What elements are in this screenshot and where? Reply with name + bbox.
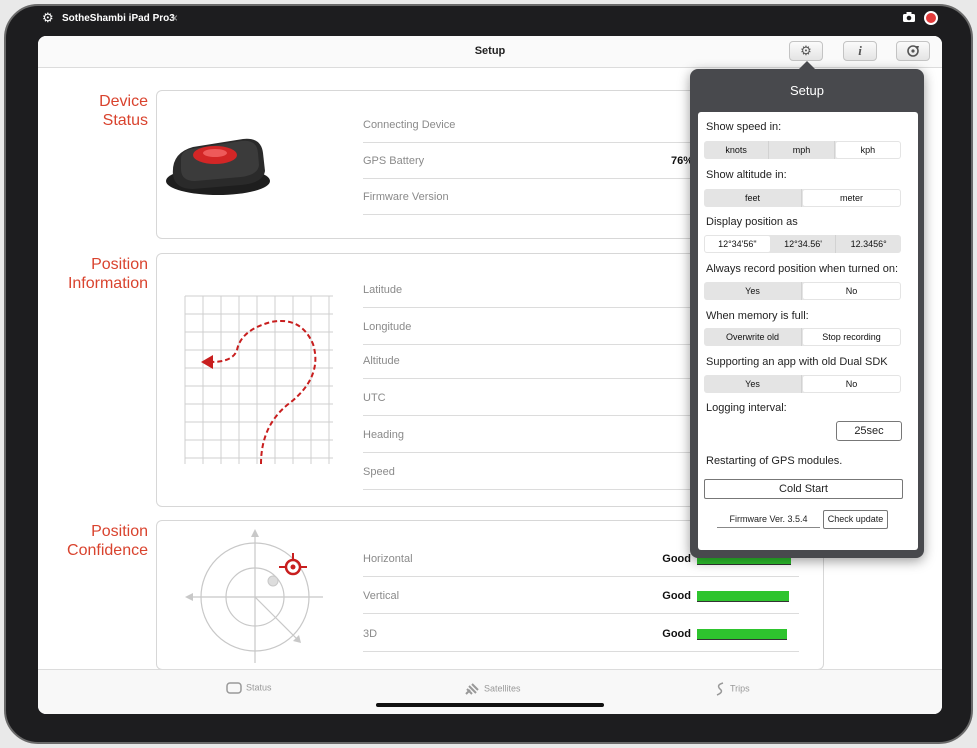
tab-satellites[interactable]: Satellites xyxy=(464,682,521,696)
gear-icon[interactable]: ⚙ xyxy=(42,11,54,24)
position-option-dms[interactable]: 12°34'56" xyxy=(705,236,770,252)
window-titlebar: ⚙ SotheShambi iPad Pro3 × xyxy=(38,8,942,30)
info-button[interactable]: i xyxy=(843,41,877,61)
speed-option-mph[interactable]: mph xyxy=(769,141,835,159)
position-row: UTC xyxy=(363,380,693,416)
sdk-label: Supporting an app with old Dual SDK xyxy=(706,356,888,368)
sdk-selector: Yes No xyxy=(704,375,901,393)
confidence-row: Vertical Good xyxy=(363,578,799,614)
speed-label: Show speed in: xyxy=(706,121,782,133)
record-icon[interactable] xyxy=(924,11,938,25)
confidence-level-bar xyxy=(697,591,789,602)
camera-icon[interactable] xyxy=(902,11,916,23)
position-format-selector: 12°34'56" 12°34.56' 12.3456° xyxy=(704,235,901,253)
check-update-button[interactable]: Check update xyxy=(823,510,888,529)
altitude-option-meter[interactable]: meter xyxy=(803,190,900,206)
popover-title: Setup xyxy=(790,83,824,98)
speed-option-knots[interactable]: knots xyxy=(704,141,770,159)
altitude-label: Show altitude in: xyxy=(706,169,787,181)
track-grid-illustration xyxy=(184,295,333,465)
memory-option-stop[interactable]: Stop recording xyxy=(803,329,900,345)
home-indicator xyxy=(376,703,604,707)
accuracy-target-illustration xyxy=(185,529,323,663)
position-row: Longitude xyxy=(363,309,693,345)
settings-button[interactable]: ⚙ xyxy=(789,41,823,61)
setup-panel: Show speed in: knots mph kph Show altitu… xyxy=(698,112,918,550)
altitude-option-feet[interactable]: feet xyxy=(704,189,802,207)
sdk-option-no[interactable]: No xyxy=(803,376,900,392)
setup-popover: Setup Show speed in: knots mph kph Show … xyxy=(690,61,924,558)
position-option-dm[interactable]: 12°34.56' xyxy=(771,235,837,253)
device-frame: ⚙ SotheShambi iPad Pro3 × Setup ⚙ i Devi… xyxy=(0,0,977,748)
satellite-icon xyxy=(465,683,479,695)
record-label: Always record position when turned on: xyxy=(706,263,898,275)
position-confidence-heading: Position Confidence xyxy=(67,523,148,559)
restart-label: Restarting of GPS modules. xyxy=(706,455,843,467)
speed-unit-selector: knots mph kph xyxy=(704,141,901,159)
logging-interval-button[interactable]: 25sec xyxy=(836,421,902,441)
memory-selector: Overwrite old Stop recording xyxy=(704,328,901,346)
memory-option-overwrite[interactable]: Overwrite old xyxy=(704,328,802,346)
trips-icon xyxy=(716,682,724,696)
position-format-label: Display position as xyxy=(706,216,798,228)
sdk-option-yes[interactable]: Yes xyxy=(704,375,802,393)
position-row: Altitude xyxy=(363,343,693,379)
logging-label: Logging interval: xyxy=(706,402,787,414)
confidence-row: 3D Good xyxy=(363,616,799,652)
tab-bar: Status Satellites Trips xyxy=(38,669,942,714)
gps-device-image xyxy=(166,138,270,195)
position-row: Heading xyxy=(363,417,693,453)
record-selector: Yes No xyxy=(704,282,901,300)
position-row: Speed xyxy=(363,454,693,490)
refresh-button[interactable] xyxy=(896,41,930,61)
cold-start-button[interactable]: Cold Start xyxy=(704,479,903,499)
close-icon[interactable]: × xyxy=(171,11,178,25)
memory-label: When memory is full: xyxy=(706,310,809,322)
device-row: Connecting Device xyxy=(363,107,693,143)
refresh-icon xyxy=(907,45,919,57)
tab-trips[interactable]: Trips xyxy=(714,682,750,696)
altitude-unit-selector: feet meter xyxy=(704,189,901,207)
position-information-heading: Position Information xyxy=(67,256,148,292)
speed-option-kph[interactable]: kph xyxy=(835,142,900,158)
status-icon xyxy=(226,682,242,694)
record-option-no[interactable]: No xyxy=(803,283,900,299)
window-title: SotheShambi iPad Pro3 xyxy=(62,13,175,24)
position-option-decimal[interactable]: 12.3456° xyxy=(836,235,901,253)
info-icon: i xyxy=(858,43,862,58)
record-option-yes[interactable]: Yes xyxy=(704,282,802,300)
popover-arrow xyxy=(798,61,816,70)
position-row: Latitude xyxy=(363,272,693,308)
gear-icon: ⚙ xyxy=(800,43,812,58)
tab-status[interactable]: Status xyxy=(226,682,272,694)
firmware-version: Firmware Ver. 3.5.4 xyxy=(717,510,820,528)
device-row: GPS Battery 76% xyxy=(363,143,693,179)
confidence-level-bar xyxy=(697,629,787,640)
device-status-heading: Device Status xyxy=(99,93,148,129)
device-row: Firmware Version xyxy=(363,179,693,215)
